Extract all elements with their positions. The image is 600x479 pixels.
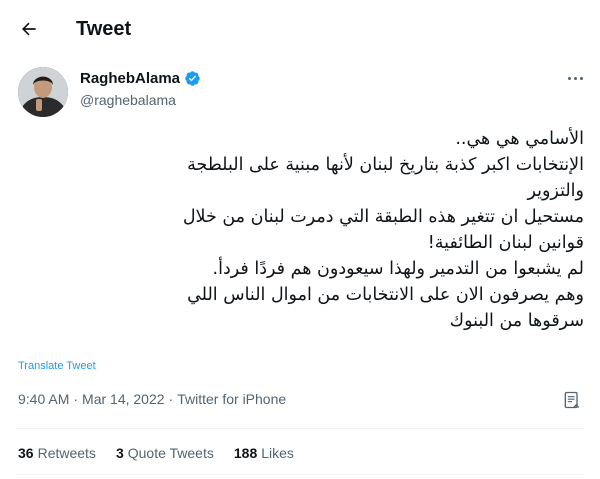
author-name[interactable]: RaghebAlama <box>80 70 180 87</box>
tweet-line: سرقوها من البنوك <box>449 311 584 331</box>
tweet-source[interactable]: Twitter for iPhone <box>177 391 286 407</box>
back-button[interactable] <box>14 14 44 44</box>
meta-separator: · <box>73 391 79 407</box>
tweet-line: وهم يصرفون الان على الانتخابات من اموال … <box>187 285 584 305</box>
divider <box>16 428 584 429</box>
dot-icon <box>573 76 577 80</box>
divider <box>16 474 584 475</box>
avatar-photo <box>18 67 68 117</box>
engagement-stats: 36 Retweets 3 Quote Tweets 188 Likes <box>18 445 294 461</box>
tweet-line: والتزوير <box>527 181 584 201</box>
retweets-count: 36 <box>18 445 34 461</box>
tweet-line: الأسامي هي هي.. <box>455 129 584 149</box>
dot-icon <box>567 76 571 80</box>
top-bar: Tweet <box>0 0 600 56</box>
analytics-icon[interactable] <box>562 390 582 410</box>
translate-tweet-link[interactable]: Translate Tweet <box>18 360 96 372</box>
tweet-time[interactable]: 9:40 AM <box>18 391 69 407</box>
meta-separator: · <box>168 391 174 407</box>
more-options-button[interactable] <box>562 68 588 88</box>
avatar[interactable] <box>18 67 68 117</box>
tweet-line: قوانين لبنان الطائفية! <box>427 233 584 253</box>
likes-label: Likes <box>261 445 294 461</box>
dot-icon <box>579 76 583 80</box>
page-title: Tweet <box>76 18 132 40</box>
author-handle[interactable]: @raghebalama <box>80 92 176 108</box>
tweet-text: الأسامي هي هي.. الإنتخابات اكبر كذبة بتا… <box>16 126 584 334</box>
verified-badge-icon <box>185 71 200 86</box>
retweets-stat[interactable]: 36 Retweets <box>18 445 96 461</box>
tweet-meta: 9:40 AM · Mar 14, 2022 · Twitter for iPh… <box>18 391 286 407</box>
author-name-row[interactable]: RaghebAlama <box>80 70 201 87</box>
likes-stat[interactable]: 188 Likes <box>234 445 294 461</box>
tweet-line: لم يشبعوا من التدمير ولهذا سيعودون هم فر… <box>212 259 584 279</box>
quote-tweets-count: 3 <box>115 445 124 461</box>
quote-tweets-label: Quote Tweets <box>127 445 214 461</box>
likes-count: 188 <box>233 445 258 461</box>
arrow-left-icon <box>22 22 36 36</box>
tweet-line: مستحيل ان تتغير هذه الطبقة التي دمرت لبن… <box>182 207 584 227</box>
tweet-line: الإنتخابات اكبر كذبة بتاريخ لبنان لأنها … <box>187 155 584 175</box>
tweet-date[interactable]: Mar 14, 2022 <box>82 391 165 407</box>
quote-tweets-stat[interactable]: 3 Quote Tweets <box>116 445 214 461</box>
retweets-label: Retweets <box>37 445 96 461</box>
